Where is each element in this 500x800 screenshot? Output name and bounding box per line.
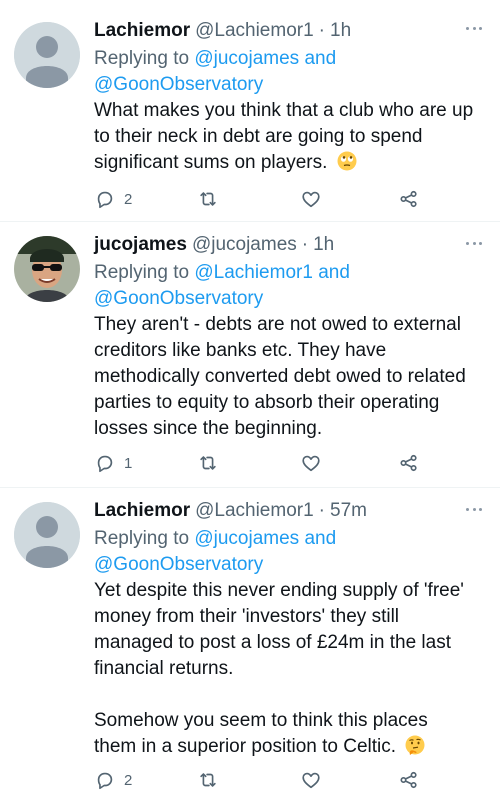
replying-to: Replying to @jucojames and @GoonObservat…	[94, 526, 490, 578]
text-line: What makes you think that a club who are…	[94, 100, 474, 121]
reply-count: 2	[124, 190, 133, 208]
default-avatar-icon	[14, 22, 80, 88]
tweet-text: Yet despite this never ending supply of …	[94, 578, 490, 763]
timestamp[interactable]: 1h	[313, 234, 334, 256]
author-name[interactable]: Lachiemor	[94, 500, 190, 522]
text-line: Somehow you seem to think this places	[94, 710, 428, 731]
mention-link[interactable]: @GoonObservatory	[94, 288, 263, 309]
reply-count: 2	[124, 771, 133, 789]
avatar[interactable]	[14, 502, 80, 568]
tweet[interactable]: Lachiemor @Lachiemor1 · 1h Replying to @…	[0, 0, 500, 222]
retweet-button[interactable]	[197, 451, 227, 475]
reply-button[interactable]: 2	[94, 187, 132, 211]
tweet[interactable]: jucojames @jucojames · 1h Replying to @L…	[0, 222, 500, 488]
text-line: to their neck in debt are going to spend	[94, 126, 423, 147]
author-handle[interactable]: @Lachiemor1	[195, 500, 314, 522]
author-handle[interactable]: @Lachiemor1	[195, 20, 314, 42]
mention-join[interactable]: and	[304, 48, 336, 69]
retweet-button[interactable]	[197, 187, 227, 211]
tweet-text: What makes you think that a club who are…	[94, 98, 490, 179]
replying-to-label: Replying to	[94, 262, 190, 283]
heart-icon	[302, 772, 320, 789]
avatar[interactable]	[14, 236, 80, 302]
text-line: them in a superior position to Celtic.	[94, 736, 397, 757]
text-line: creditors like banks etc. They have	[94, 340, 387, 361]
mention-link[interactable]: @jucojames	[194, 528, 299, 549]
paragraph-break	[94, 682, 490, 708]
replying-to: Replying to @jucojames and @GoonObservat…	[94, 46, 490, 98]
replying-to-label: Replying to	[94, 528, 190, 549]
like-button[interactable]	[300, 451, 330, 475]
avatar[interactable]	[14, 22, 80, 88]
mention-link[interactable]: @Lachiemor1	[194, 262, 313, 283]
text-line: significant sums on players.	[94, 152, 328, 173]
heart-icon	[302, 455, 320, 472]
tweet-actions: 2	[94, 768, 424, 792]
share-button[interactable]	[398, 451, 420, 475]
rolling-eyes-emoji-icon	[337, 151, 357, 179]
reply-icon	[97, 772, 113, 790]
tweet-header: jucojames @jucojames · 1h	[94, 230, 490, 260]
author-handle[interactable]: @jucojames	[192, 234, 297, 256]
heart-icon	[302, 191, 320, 208]
like-button[interactable]	[300, 187, 330, 211]
mention-link[interactable]: @jucojames	[194, 48, 299, 69]
replying-to-label: Replying to	[94, 48, 190, 69]
reply-count: 1	[124, 454, 133, 472]
mention-link[interactable]: @GoonObservatory	[94, 74, 263, 95]
replying-to: Replying to @Lachiemor1 and @GoonObserva…	[94, 260, 490, 312]
text-line: money from their 'investors' they still	[94, 606, 400, 627]
tweet-actions: 1	[94, 451, 424, 475]
tweet-actions: 2	[94, 187, 424, 211]
timestamp[interactable]: 57m	[330, 500, 367, 522]
text-line: parties to equity to absorb their operat…	[94, 392, 440, 413]
share-icon	[400, 190, 417, 208]
tweet[interactable]: Lachiemor @Lachiemor1 · 57m Replying to …	[0, 488, 500, 800]
mention-join[interactable]: and	[304, 528, 336, 549]
mention-join[interactable]: and	[318, 262, 350, 283]
retweet-icon	[200, 192, 216, 206]
text-line: losses since the beginning.	[94, 418, 323, 439]
profile-photo-icon	[14, 236, 80, 302]
text-line: financial returns.	[94, 658, 234, 679]
text-line: They aren't - debts are not owed to exte…	[94, 314, 461, 335]
like-button[interactable]	[300, 768, 330, 792]
text-line: Yet despite this never ending supply of …	[94, 580, 464, 601]
author-name[interactable]: jucojames	[94, 234, 187, 256]
share-button[interactable]	[398, 768, 420, 792]
separator-dot: ·	[318, 20, 325, 41]
separator-dot: ·	[318, 500, 325, 521]
separator-dot: ·	[301, 234, 309, 255]
text-line: methodically converted debt owed to rela…	[94, 366, 466, 387]
tweet-header: Lachiemor @Lachiemor1 · 1h	[94, 16, 490, 46]
mention-link[interactable]: @GoonObservatory	[94, 554, 263, 575]
share-icon	[400, 454, 417, 472]
share-button[interactable]	[398, 187, 420, 211]
thinking-face-emoji-icon	[405, 735, 425, 763]
retweet-icon	[200, 456, 216, 470]
retweet-icon	[200, 773, 216, 787]
default-avatar-icon	[14, 502, 80, 568]
retweet-button[interactable]	[197, 768, 227, 792]
tweet-header: Lachiemor @Lachiemor1 · 57m	[94, 496, 490, 526]
reply-button[interactable]: 2	[94, 768, 132, 792]
author-name[interactable]: Lachiemor	[94, 20, 190, 42]
reply-button[interactable]: 1	[94, 451, 132, 475]
share-icon	[400, 771, 417, 789]
text-line: managed to post a loss of £24m in the la…	[94, 632, 451, 653]
timestamp[interactable]: 1h	[330, 20, 351, 42]
reply-icon	[97, 191, 113, 209]
tweet-text: They aren't - debts are not owed to exte…	[94, 312, 490, 442]
reply-icon	[97, 455, 113, 473]
